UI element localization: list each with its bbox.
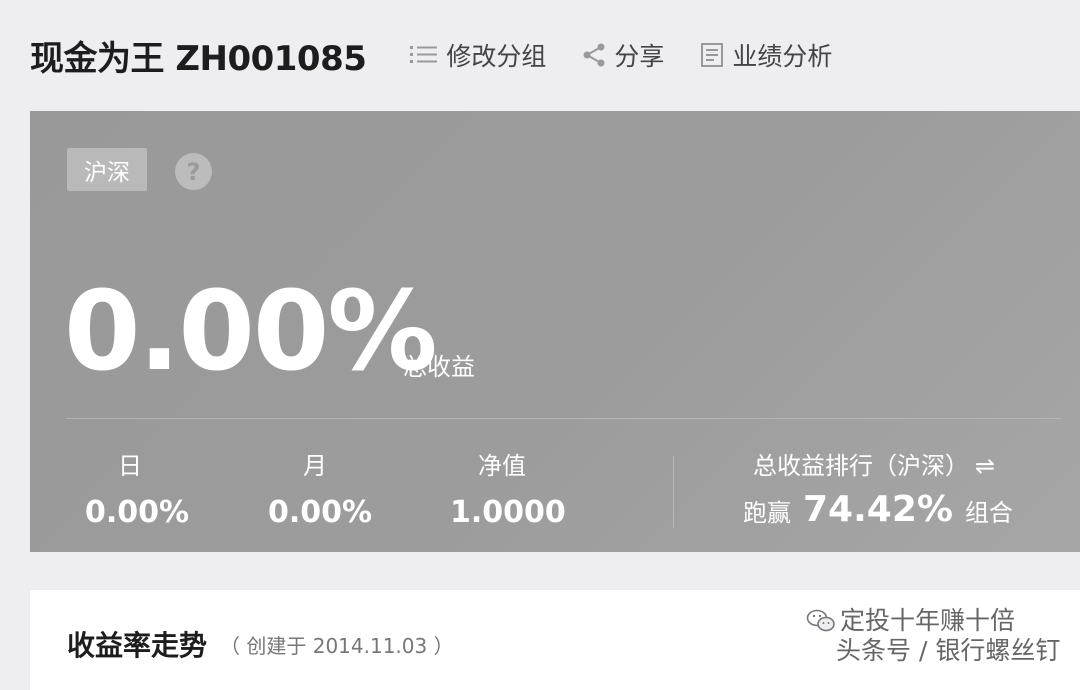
watermark-line2: 头条号 / 银行螺丝钉 <box>836 636 1061 665</box>
switch-ranking-icon[interactable]: ⇌ <box>975 451 995 481</box>
portfolio-title: 现金为王 ZH001085 <box>30 38 367 79</box>
wechat-icon <box>806 609 835 632</box>
document-icon <box>701 43 724 67</box>
day-return-label: 日 <box>118 452 142 480</box>
edit-group-button[interactable]: 修改分组 <box>410 37 546 73</box>
month-return-stat: 月 0.00% <box>268 451 373 530</box>
list-icon <box>410 46 438 63</box>
day-return-value: 0.00% <box>85 495 190 530</box>
total-return-value: 0.00% <box>64 267 438 395</box>
trend-title: 收益率走势 <box>67 629 208 662</box>
ranking-suffix: 组合 <box>964 499 1013 527</box>
ranking-label-row: 总收益排行（沪深） ⇌ <box>753 451 1063 481</box>
share-icon <box>583 43 605 67</box>
watermark: 定投十年赚十倍 头条号 / 银行螺丝钉 <box>806 606 1076 666</box>
nav-value: 1.0000 <box>450 495 566 530</box>
summary-divider <box>67 418 1061 419</box>
ranking-prefix: 跑赢 <box>743 499 791 527</box>
stats-separator <box>673 456 674 528</box>
trend-created-date: （ 创建于 2014.11.03 ） <box>220 634 454 658</box>
nav-stat: 净值 1.0000 <box>450 451 566 530</box>
month-return-value: 0.00% <box>268 495 373 530</box>
performance-analysis-button[interactable]: 业绩分析 <box>700 37 832 73</box>
watermark-line1-text: 定投十年赚十倍 <box>840 606 1016 635</box>
portfolio-header: 现金为王 ZH001085 修改分组 分享 业绩分析 <box>30 30 868 80</box>
edit-group-label: 修改分组 <box>446 42 547 71</box>
ranking-percent: 74.42% <box>803 489 953 530</box>
nav-label: 净值 <box>478 452 526 480</box>
total-return-label: 总收益 <box>403 353 475 381</box>
help-icon[interactable]: ? <box>175 153 212 190</box>
ranking-block: 总收益排行（沪深） ⇌ 跑赢 74.42% 组合 <box>743 451 1063 530</box>
share-button[interactable]: 分享 <box>582 37 664 73</box>
return-summary-card: 沪深 ? 0.00% 总收益 日 0.00% 月 0.00% 净值 1.0000… <box>30 111 1080 552</box>
ranking-row: 跑赢 74.42% 组合 <box>743 489 1063 530</box>
share-label: 分享 <box>614 42 665 71</box>
ranking-label: 总收益排行（沪深） <box>753 452 969 480</box>
header-actions: 修改分组 分享 业绩分析 <box>410 37 868 73</box>
watermark-line1: 定投十年赚十倍 <box>806 606 1076 636</box>
month-return-label: 月 <box>303 452 327 480</box>
day-return-stat: 日 0.00% <box>85 451 190 530</box>
market-badge: 沪深 <box>67 148 147 191</box>
performance-analysis-label: 业绩分析 <box>732 42 833 71</box>
